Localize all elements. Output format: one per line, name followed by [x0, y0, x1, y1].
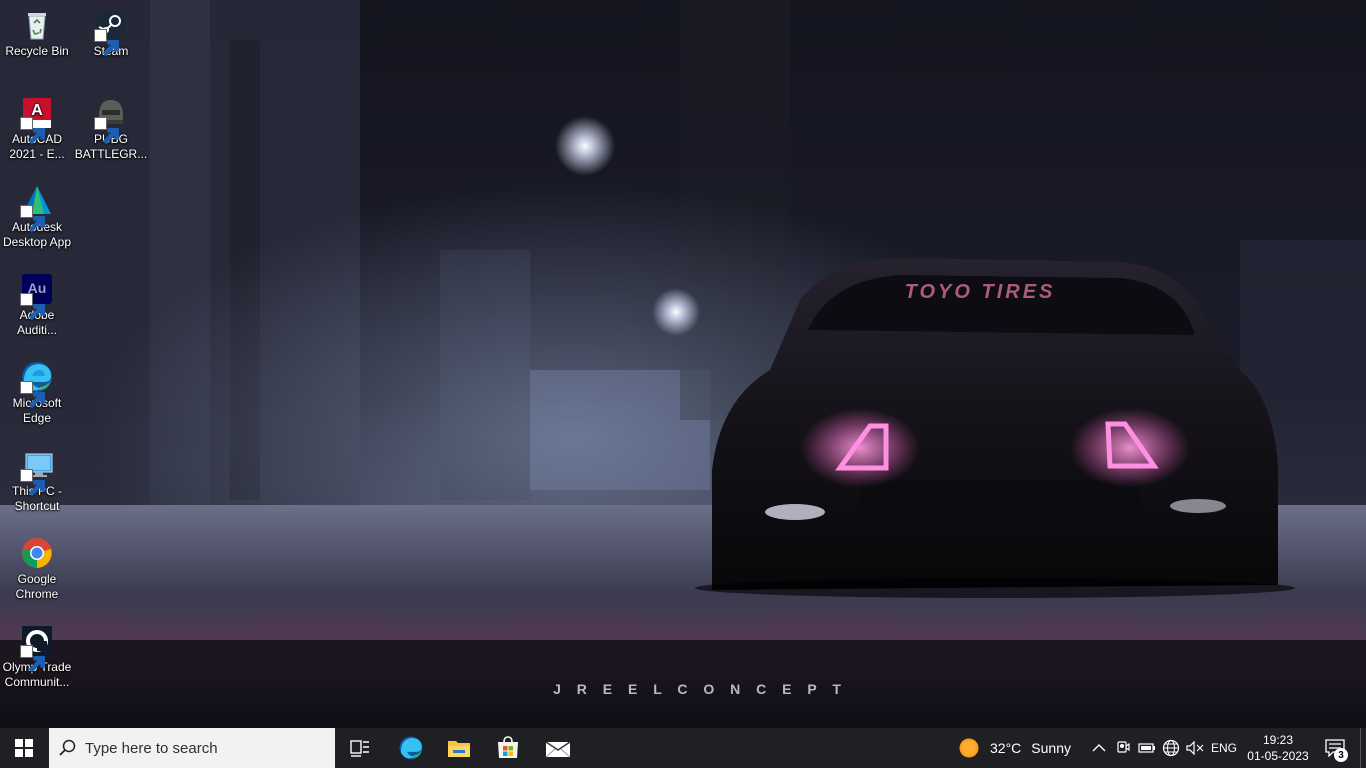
recycle-bin-icon: [20, 8, 54, 42]
edge-icon: [20, 360, 54, 409]
weather-widget[interactable]: 32°C Sunny: [958, 728, 1071, 768]
desktop-icon-olymp-trade[interactable]: Olymp Trade Communit...: [0, 624, 74, 690]
mail-icon: [545, 741, 571, 758]
desktop-icon-this-pc[interactable]: This PC - Shortcut: [0, 448, 74, 514]
volume-muted-icon: [1186, 741, 1204, 755]
shortcut-arrow-icon: [94, 117, 119, 145]
autocad-icon: A: [20, 96, 54, 145]
desktop-icon-chrome[interactable]: Google Chrome: [0, 536, 74, 602]
taskbar-file-explorer-button[interactable]: [438, 728, 480, 768]
search-icon: [59, 739, 76, 756]
globe-network-icon: [1162, 739, 1180, 757]
taskbar-mail-button[interactable]: [536, 728, 580, 768]
desktop-icon-adobe-audition[interactable]: Au Adobe Auditi...: [0, 272, 74, 338]
network-button[interactable]: [1160, 728, 1182, 768]
windshield-banner-text: TOYO TIRES: [905, 281, 1056, 303]
clock-time: 19:23: [1262, 733, 1294, 747]
windows-logo-icon: [15, 739, 33, 757]
language-label: ENG: [1211, 741, 1238, 755]
svg-text:A: A: [31, 102, 43, 119]
shortcut-arrow-icon: [20, 645, 45, 673]
shortcut-arrow-icon: [94, 29, 119, 57]
olymp-trade-icon: [20, 624, 54, 673]
desktop-icon-label: Google Chrome: [15, 572, 59, 601]
microsoft-store-icon: [498, 736, 518, 758]
volume-button[interactable]: [1184, 728, 1206, 768]
input-language-indicator[interactable]: ENG: [1211, 728, 1237, 768]
search-input[interactable]: [85, 739, 315, 757]
show-hidden-icons-button[interactable]: [1088, 728, 1110, 768]
file-explorer-icon: [448, 741, 470, 757]
adobe-audition-icon: Au: [20, 272, 54, 321]
weather-temperature: 32°C: [990, 740, 1022, 756]
weather-condition: Sunny: [1031, 740, 1071, 756]
taskbar-microsoft-store-button[interactable]: [487, 728, 529, 768]
start-button[interactable]: [0, 728, 48, 768]
shortcut-arrow-icon: [20, 117, 45, 145]
desktop-icon-edge[interactable]: Microsoft Edge: [0, 360, 74, 426]
meet-now-icon: [1117, 741, 1130, 753]
shortcut-arrow-icon: [20, 469, 45, 497]
sun-icon: [959, 738, 979, 758]
steam-icon: [94, 8, 128, 57]
taskbar: 32°C Sunny ENG 19:23 01-05-2023 3: [0, 728, 1366, 768]
notification-count-badge: 3: [1334, 748, 1348, 762]
edge-icon: [399, 736, 423, 760]
clock-date: 01-05-2023: [1247, 749, 1309, 763]
shortcut-arrow-icon: [20, 381, 45, 409]
desktop-icon-autocad[interactable]: A AutoCAD 2021 - E...: [0, 96, 74, 162]
desktop-icon-steam[interactable]: Steam: [74, 8, 148, 59]
taskbar-search-box[interactable]: [49, 728, 335, 768]
shortcut-arrow-icon: [20, 293, 45, 321]
battery-button[interactable]: [1136, 728, 1158, 768]
chrome-icon: [20, 536, 54, 570]
show-desktop-button[interactable]: [1360, 728, 1366, 768]
desktop-icon-label: Recycle Bin: [5, 44, 69, 58]
task-view-button[interactable]: [340, 728, 380, 768]
desktop-wallpaper: TOYO TIRES J R E E L C O N C E P T: [0, 0, 1366, 728]
desktop-icon-pubg[interactable]: PUBG BATTLEGR...: [74, 96, 148, 162]
shortcut-arrow-icon: [20, 205, 45, 233]
task-view-icon: [350, 740, 369, 757]
this-pc-icon: [20, 448, 54, 497]
desktop-icon-recycle-bin[interactable]: Recycle Bin: [0, 8, 74, 59]
wallpaper-watermark: J R E E L C O N C E P T: [553, 681, 847, 697]
desktop-icon-autodesk[interactable]: Autodesk Desktop App: [0, 184, 74, 250]
action-center-button[interactable]: 3: [1318, 728, 1352, 768]
taskbar-edge-button[interactable]: [390, 728, 432, 768]
pubg-icon: [94, 96, 128, 145]
taskbar-clock[interactable]: 19:23 01-05-2023: [1244, 728, 1312, 768]
battery-icon: [1138, 743, 1155, 753]
chevron-up-icon: [1092, 744, 1106, 752]
meet-now-button[interactable]: [1112, 728, 1134, 768]
autodesk-icon: [20, 184, 54, 233]
